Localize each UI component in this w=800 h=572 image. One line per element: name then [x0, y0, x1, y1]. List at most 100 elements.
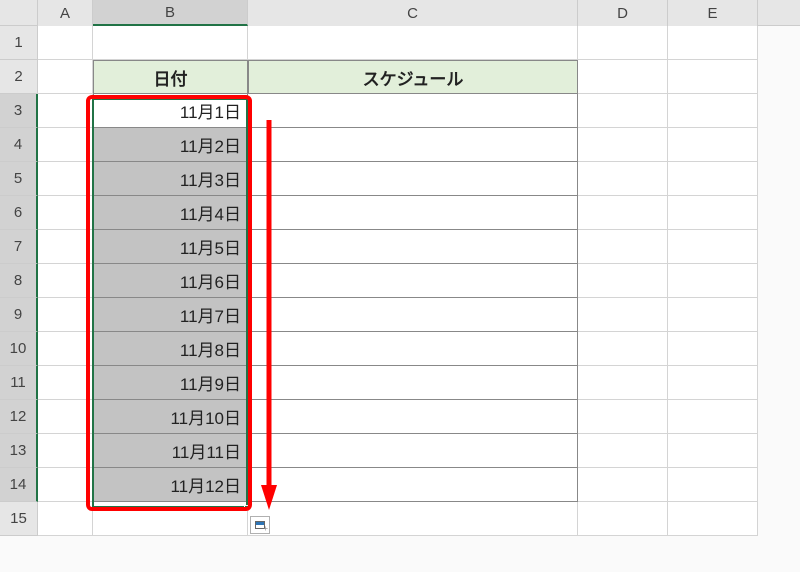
cell-A12[interactable]: [38, 400, 93, 434]
cell-B11[interactable]: 11月9日: [93, 366, 248, 400]
cell-A10[interactable]: [38, 332, 93, 366]
cell-D5[interactable]: [578, 162, 668, 196]
cell-E7[interactable]: [668, 230, 758, 264]
cell-C8[interactable]: [248, 264, 578, 298]
cell-D8[interactable]: [578, 264, 668, 298]
cell-E11[interactable]: [668, 366, 758, 400]
cell-C10[interactable]: [248, 332, 578, 366]
cell-D13[interactable]: [578, 434, 668, 468]
row-header-9[interactable]: 9: [0, 298, 38, 332]
cell-A7[interactable]: [38, 230, 93, 264]
cell-C4[interactable]: [248, 128, 578, 162]
cell-B2-header[interactable]: 日付: [93, 60, 248, 94]
row-header-14[interactable]: 14: [0, 468, 38, 502]
cell-A8[interactable]: [38, 264, 93, 298]
cell-B1[interactable]: [93, 26, 248, 60]
cell-D9[interactable]: [578, 298, 668, 332]
cell-B10[interactable]: 11月8日: [93, 332, 248, 366]
col-header-C[interactable]: C: [248, 0, 578, 26]
cell-C2-header[interactable]: スケジュール: [248, 60, 578, 94]
cell-E5[interactable]: [668, 162, 758, 196]
cell-D4[interactable]: [578, 128, 668, 162]
row-header-10[interactable]: 10: [0, 332, 38, 366]
cell-E3[interactable]: [668, 94, 758, 128]
cell-B13[interactable]: 11月11日: [93, 434, 248, 468]
row-header-6[interactable]: 6: [0, 196, 38, 230]
cell-E2[interactable]: [668, 60, 758, 94]
cell-D7[interactable]: [578, 230, 668, 264]
cell-C3[interactable]: [248, 94, 578, 128]
cell-A5[interactable]: [38, 162, 93, 196]
cell-A14[interactable]: [38, 468, 93, 502]
cell-D14[interactable]: [578, 468, 668, 502]
cell-C1[interactable]: [248, 26, 578, 60]
cell-C7[interactable]: [248, 230, 578, 264]
row-header-5[interactable]: 5: [0, 162, 38, 196]
row-header-13[interactable]: 13: [0, 434, 38, 468]
row-header-3[interactable]: 3: [0, 94, 38, 128]
cell-B12[interactable]: 11月10日: [93, 400, 248, 434]
cell-A9[interactable]: [38, 298, 93, 332]
cell-E10[interactable]: [668, 332, 758, 366]
col-header-D[interactable]: D: [578, 0, 668, 26]
cell-E13[interactable]: [668, 434, 758, 468]
row-header-2[interactable]: 2: [0, 60, 38, 94]
cell-E8[interactable]: [668, 264, 758, 298]
cell-B6[interactable]: 11月4日: [93, 196, 248, 230]
cell-E6[interactable]: [668, 196, 758, 230]
col-header-E[interactable]: E: [668, 0, 758, 26]
autofill-options-button[interactable]: +: [250, 516, 270, 534]
cell-B9[interactable]: 11月7日: [93, 298, 248, 332]
col-header-B[interactable]: B: [93, 0, 248, 26]
row-header-7[interactable]: 7: [0, 230, 38, 264]
cell-A6[interactable]: [38, 196, 93, 230]
cell-B8[interactable]: 11月6日: [93, 264, 248, 298]
select-all-corner[interactable]: [0, 0, 38, 26]
cell-A15[interactable]: [38, 502, 93, 536]
cell-B4[interactable]: 11月2日: [93, 128, 248, 162]
cell-B14[interactable]: 11月12日: [93, 468, 248, 502]
cell-C11[interactable]: [248, 366, 578, 400]
cell-A3[interactable]: [38, 94, 93, 128]
spreadsheet: A B C D E 1 2 3 4 5 6 7 8 9 10 11 12 13 …: [0, 0, 800, 572]
cell-C15[interactable]: [248, 502, 578, 536]
cell-D1[interactable]: [578, 26, 668, 60]
fill-handle[interactable]: [244, 505, 250, 511]
cell-D12[interactable]: [578, 400, 668, 434]
row-headers: 1 2 3 4 5 6 7 8 9 10 11 12 13 14 15: [0, 26, 38, 536]
cell-D3[interactable]: [578, 94, 668, 128]
cell-D10[interactable]: [578, 332, 668, 366]
cell-B7[interactable]: 11月5日: [93, 230, 248, 264]
row-header-8[interactable]: 8: [0, 264, 38, 298]
cell-A2[interactable]: [38, 60, 93, 94]
cell-D2[interactable]: [578, 60, 668, 94]
cell-C9[interactable]: [248, 298, 578, 332]
cell-B3[interactable]: 11月1日: [93, 94, 248, 128]
cell-B5[interactable]: 11月3日: [93, 162, 248, 196]
cell-D6[interactable]: [578, 196, 668, 230]
cell-C14[interactable]: [248, 468, 578, 502]
cell-C12[interactable]: [248, 400, 578, 434]
cell-A1[interactable]: [38, 26, 93, 60]
row-header-12[interactable]: 12: [0, 400, 38, 434]
col-header-A[interactable]: A: [38, 0, 93, 26]
cell-A11[interactable]: [38, 366, 93, 400]
row-header-15[interactable]: 15: [0, 502, 38, 536]
cell-C5[interactable]: [248, 162, 578, 196]
cell-E4[interactable]: [668, 128, 758, 162]
row-header-4[interactable]: 4: [0, 128, 38, 162]
cell-E9[interactable]: [668, 298, 758, 332]
cell-B15[interactable]: [93, 502, 248, 536]
row-header-1[interactable]: 1: [0, 26, 38, 60]
cell-A4[interactable]: [38, 128, 93, 162]
cell-C6[interactable]: [248, 196, 578, 230]
cell-D15[interactable]: [578, 502, 668, 536]
cell-E12[interactable]: [668, 400, 758, 434]
row-header-11[interactable]: 11: [0, 366, 38, 400]
cell-E15[interactable]: [668, 502, 758, 536]
cell-D11[interactable]: [578, 366, 668, 400]
cell-C13[interactable]: [248, 434, 578, 468]
cell-E1[interactable]: [668, 26, 758, 60]
cell-E14[interactable]: [668, 468, 758, 502]
cell-A13[interactable]: [38, 434, 93, 468]
